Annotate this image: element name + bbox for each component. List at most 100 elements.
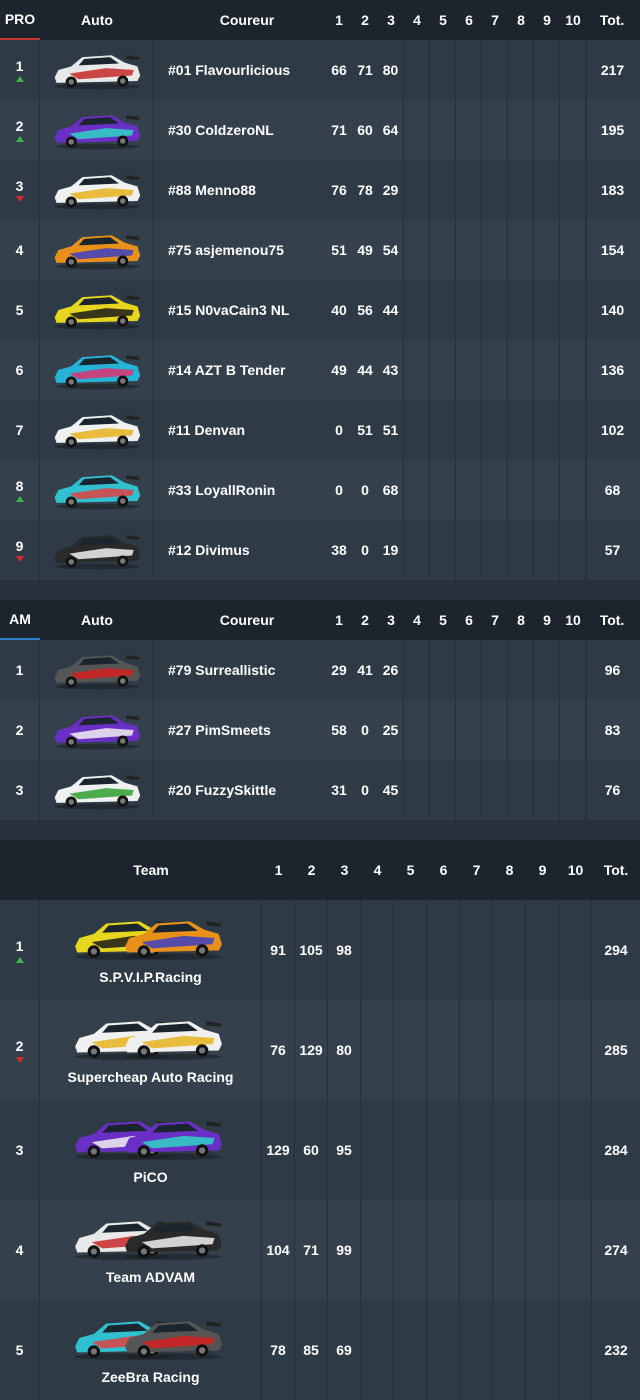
race-score: [493, 1300, 526, 1400]
race-score: [430, 640, 456, 700]
am-standings-table: AM Auto Coureur 1 2 3 4 5 6 7 8 9 10 Tot. 1 #79 Surreal…: [0, 600, 640, 820]
driver-row: 9 #12 Divimus 38 0 19 57: [0, 520, 640, 580]
position-cell: 2: [0, 100, 40, 160]
race-score: [404, 340, 430, 400]
race-score: [394, 1000, 427, 1100]
position-number: 6: [15, 362, 24, 378]
position-cell: 7: [0, 400, 40, 460]
table-header: AM Auto Coureur 1 2 3 4 5 6 7 8 9 10 Tot.: [0, 600, 640, 640]
race-score: [534, 400, 560, 460]
race-score: [456, 40, 482, 100]
race-score: [430, 100, 456, 160]
driver-row: 1 #01 Flavourlicious 66 71 80 217: [0, 40, 640, 100]
car-livery: [40, 40, 154, 100]
position-number: 4: [15, 242, 24, 258]
race-score: [534, 460, 560, 520]
position-number: 2: [15, 722, 24, 738]
position-up-arrow-icon: [15, 135, 24, 142]
race-score: [560, 460, 586, 520]
race-score: [534, 760, 560, 820]
table-header: PRO Auto Coureur 1 2 3 4 5 6 7 8 9 10 Tot.: [0, 0, 640, 40]
race-column-header: 8: [517, 612, 525, 628]
driver-name: #27 PimSmeets: [168, 722, 271, 738]
race-car-icon: [54, 235, 140, 270]
race-score: 98: [328, 900, 361, 1000]
position-cell: 5: [0, 1300, 40, 1400]
position-number: 5: [15, 302, 24, 318]
total-points: 57: [586, 520, 638, 580]
race-score: [430, 520, 456, 580]
race-score: 31: [331, 782, 347, 798]
total-points: 83: [586, 700, 638, 760]
driver-name: #15 N0vaCain3 NL: [168, 302, 290, 318]
race-score: [404, 400, 430, 460]
position-cell: 2: [0, 1000, 40, 1100]
total-points: 284: [604, 1142, 628, 1158]
car-livery: [40, 160, 154, 220]
car-livery: [40, 400, 154, 460]
race-score: 0: [361, 722, 369, 738]
position-down-arrow-icon: [15, 1056, 24, 1063]
race-score: 69: [328, 1300, 361, 1400]
position-number: 1: [15, 662, 24, 678]
driver-name: #11 Denvan: [168, 422, 246, 438]
race-column-header: 1: [335, 612, 343, 628]
race-score: 99: [328, 1200, 361, 1300]
team-info: S.P.V.I.P.Racing: [40, 900, 262, 1000]
position-cell: 4: [0, 220, 40, 280]
race-car-icon: [124, 1121, 222, 1160]
race-score: 0: [335, 482, 343, 498]
race-score: 64: [378, 100, 404, 160]
race-score: [361, 900, 394, 1000]
race-score: 60: [295, 1100, 328, 1200]
race-score: [460, 1000, 493, 1100]
race-car-icon: [54, 715, 140, 750]
race-score: [456, 400, 482, 460]
race-score: [482, 460, 508, 520]
driver-row: 3 #88 Menno88 76 78 29 183: [0, 160, 640, 220]
race-score: [456, 100, 482, 160]
race-score: 71: [331, 122, 347, 138]
race-score: [534, 640, 560, 700]
race-score: [427, 1100, 460, 1200]
driver-name: #75 asjemenou75: [168, 242, 284, 258]
car-livery: [40, 100, 154, 160]
race-score: [534, 40, 560, 100]
race-score: 26: [378, 640, 404, 700]
race-score: 45: [378, 760, 404, 820]
race-score: [361, 1100, 394, 1200]
race-car-icon: [124, 921, 222, 960]
driver-row: 5 #15 N0vaCain3 NL 40 56 44 140: [0, 280, 640, 340]
race-score: [526, 1300, 559, 1400]
driver-row: 6 #14 AZT B Tender 49 44 43 136: [0, 340, 640, 400]
race-column-header: 5: [439, 612, 447, 628]
race-column-header: 7: [491, 612, 499, 628]
race-score: [560, 40, 586, 100]
race-score: 0: [361, 542, 369, 558]
team-column-header: Team: [133, 862, 169, 878]
race-score: [456, 640, 482, 700]
race-score: [482, 400, 508, 460]
race-score: [427, 900, 460, 1000]
race-score: [560, 100, 586, 160]
race-score: [526, 1000, 559, 1100]
race-score: [456, 760, 482, 820]
race-score: [534, 220, 560, 280]
race-score: [482, 280, 508, 340]
race-column-header: 10: [565, 612, 581, 628]
race-score: 78: [262, 1300, 295, 1400]
race-score: [456, 280, 482, 340]
race-score: [404, 40, 430, 100]
race-score: 66: [331, 62, 347, 78]
race-score: [526, 1200, 559, 1300]
race-score: 51: [357, 422, 373, 438]
race-score: [560, 160, 586, 220]
car-livery: [40, 460, 154, 520]
race-score: 43: [378, 340, 404, 400]
driver-row: 2 #30 ColdzeroNL 71 60 64 195: [0, 100, 640, 160]
driver-row: 3 #20 FuzzySkittle 31 0 45 76: [0, 760, 640, 820]
car-livery: [40, 760, 154, 820]
race-car-icon: [54, 175, 140, 210]
race-score: [560, 640, 586, 700]
race-column-header: 3: [340, 862, 349, 878]
